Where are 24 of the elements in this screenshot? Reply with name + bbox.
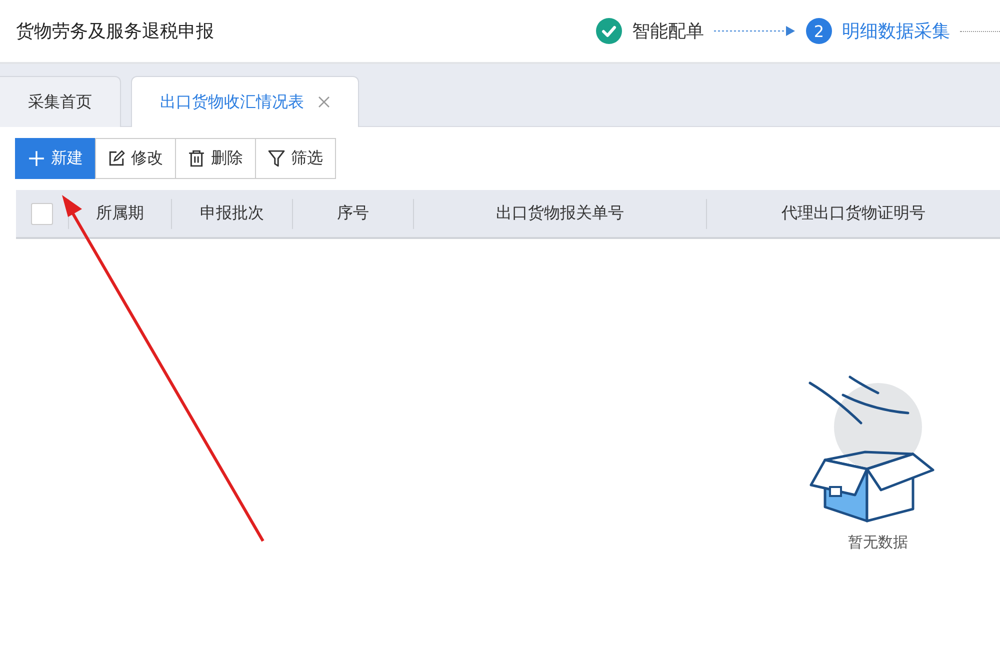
close-icon[interactable] [318,96,330,108]
column-header: 代理出口货物证明号 [782,203,926,224]
empty-message: 暂无数据 [848,533,908,552]
step-number: 2 [806,18,832,44]
column-header: 出口货物报关单号 [496,203,624,224]
toolbar-button[interactable]: 筛选 [255,138,336,179]
trash-icon [188,150,205,167]
column-header: 序号 [337,203,369,224]
step-label: 智能配单 [632,20,704,43]
column-header: 申报批次 [200,203,264,224]
filter-icon [268,150,285,167]
step-label: 明细数据采集 [842,20,950,43]
tab[interactable]: 采集首页 [0,76,121,127]
toolbar-button[interactable]: 修改 [95,138,176,179]
column-header: 所属期 [96,203,144,224]
dotted-line [960,30,1000,32]
edit-icon [108,150,125,167]
toolbar-button[interactable]: 删除 [175,138,256,179]
toolbar-button[interactable]: 新建 [15,138,96,179]
dotted-arrow-icon [714,25,796,37]
plus-icon [28,150,45,167]
select-all-checkbox[interactable] [31,202,53,224]
tab[interactable]: 出口货物收汇情况表 [131,76,359,127]
app-title: 货物劳务及服务退税申报 [16,20,214,43]
